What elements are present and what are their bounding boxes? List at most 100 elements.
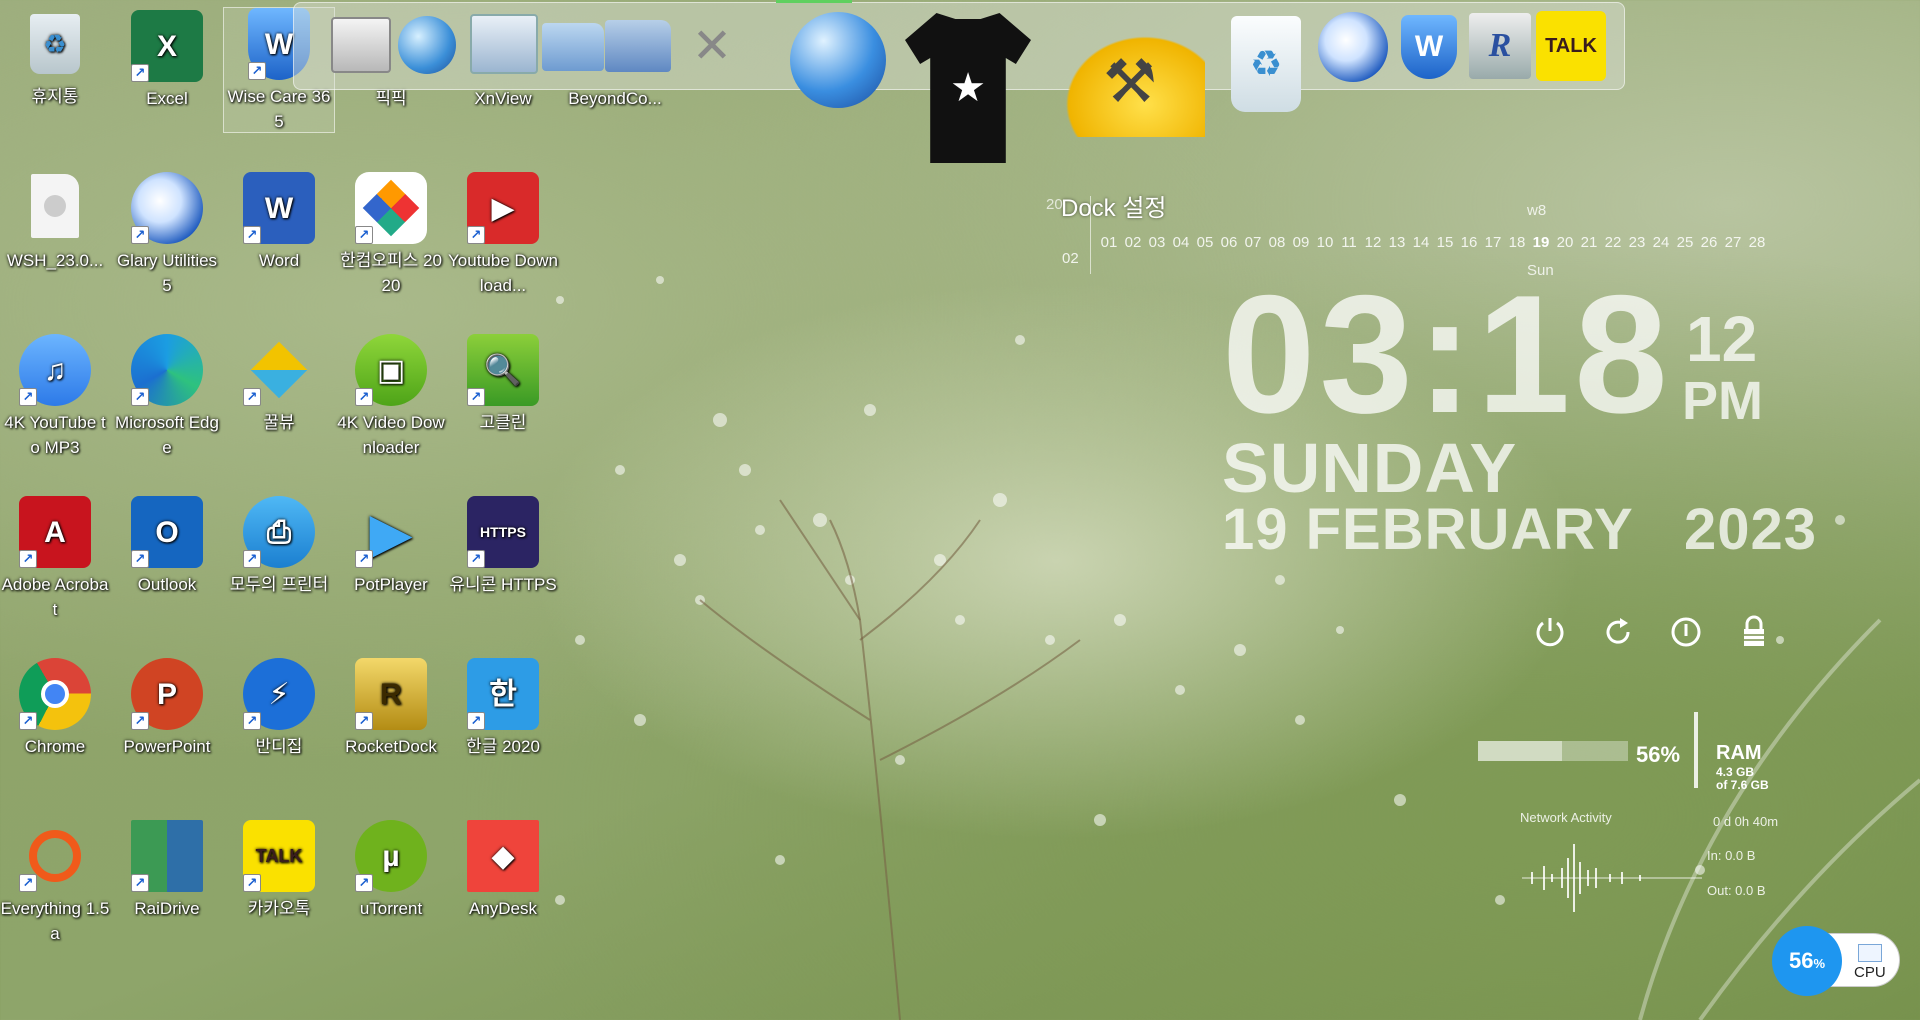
desktop-icon-everything[interactable]: ↗ Everything 1.5a	[0, 820, 110, 946]
dock-item-network-globe[interactable]	[392, 10, 462, 80]
kakaotalk-icon: TALK	[1536, 11, 1606, 81]
hangul-icon: 한 ↗	[467, 658, 539, 730]
desktop-icon-honeyview[interactable]: ↗ 꿀뷰	[224, 334, 334, 435]
calendar-day: 12	[1364, 234, 1382, 251]
desktop-icon-word[interactable]: W ↗ Word	[224, 172, 334, 273]
desktop-icon-goclean[interactable]: 🔍 ↗ 고클린	[448, 334, 558, 435]
desktop-icon-chrome[interactable]: ↗ Chrome	[0, 658, 110, 759]
calendar-day: 05	[1196, 234, 1214, 251]
dock-item-hammer[interactable]: ⚒	[1050, 12, 1210, 152]
desktop-icon-printer[interactable]: ⎙ ↗ 모두의 프린터	[224, 496, 334, 597]
powerpoint-icon: P ↗	[131, 658, 203, 730]
shortcut-arrow-icon: ↗	[248, 62, 266, 80]
cpu-percent-badge: 56%	[1772, 926, 1842, 996]
shortcut-arrow-icon: ↗	[243, 874, 261, 892]
dock-item-folder-1[interactable]	[538, 16, 608, 78]
calendar-day: 13	[1388, 234, 1406, 251]
desktop-icon-edge[interactable]: ↗ Microsoft Edge	[112, 334, 222, 460]
network-globe-icon	[398, 16, 456, 74]
desktop-icon-hangul[interactable]: 한 ↗ 한글 2020	[448, 658, 558, 759]
shortcut-arrow-icon: ↗	[131, 64, 149, 82]
desktop-icon-hancom-office[interactable]: ↗ 한컴오피스 2020	[336, 172, 446, 298]
hancom-office-icon: ↗	[355, 172, 427, 244]
bandizip-icon: ⚡ ↗	[243, 658, 315, 730]
hammer-icon: ⚒	[1055, 27, 1205, 137]
cpu-widget[interactable]: CPU 56%	[1772, 926, 1902, 996]
tshirt-icon: ★	[905, 13, 1031, 163]
folder-icon	[605, 20, 671, 72]
shortcut-arrow-icon: ↗	[355, 874, 373, 892]
desktop-icon-raidrive[interactable]: ↗ RaiDrive	[112, 820, 222, 921]
dock-item-kakaotalk[interactable]: TALK	[1534, 10, 1608, 82]
desktop-icon-4k-video-downloader[interactable]: ▣ ↗ 4K Video Downloader	[336, 334, 446, 460]
dock-item-tools[interactable]: ✕	[680, 14, 744, 78]
cpu-label: CPU	[1854, 964, 1886, 981]
lock-icon	[1744, 615, 1764, 646]
4k-video-downloader-icon: ▣ ↗	[355, 334, 427, 406]
recycle-bin-icon: ♻	[30, 14, 80, 74]
shortcut-arrow-icon: ↗	[131, 712, 149, 730]
desktop-icon-excel[interactable]: X ↗ Excel	[112, 10, 222, 111]
dock-item-file-manager[interactable]	[466, 8, 542, 80]
glary-icon	[1318, 12, 1388, 82]
desktop-icon-rocketdock[interactable]: R ↗ RocketDock	[336, 658, 446, 759]
calendar-day: 14	[1412, 234, 1430, 251]
desktop-icon-4k-youtube-mp3[interactable]: ♫ ↗ 4K YouTube to MP3	[0, 334, 110, 460]
calendar-day: 28	[1748, 234, 1766, 251]
desktop-icon-unicorn-https[interactable]: HTTPS ↗ 유니콘 HTTPS	[448, 496, 558, 597]
kakaotalk-icon: TALK ↗	[243, 820, 315, 892]
shortcut-arrow-icon: ↗	[467, 388, 485, 406]
restart-button[interactable]	[1600, 614, 1636, 650]
lock-button[interactable]	[1736, 614, 1772, 650]
shortcut-arrow-icon: ↗	[131, 226, 149, 244]
shortcut-arrow-icon: ↗	[243, 226, 261, 244]
ram-percent: 56%	[1636, 742, 1681, 767]
desktop-icon-bandizip[interactable]: ⚡ ↗ 반디집	[224, 658, 334, 759]
shortcut-arrow-icon: ↗	[355, 226, 373, 244]
calendar-day: 25	[1676, 234, 1694, 251]
desktop-icon-recycle-bin[interactable]: ♻ 휴지통	[0, 10, 110, 109]
calendar-day: 09	[1292, 234, 1310, 251]
clock-seconds: 12	[1686, 303, 1758, 375]
dock-settings-label[interactable]: Dock 설정	[1061, 188, 1167, 223]
desktop-icon-potplayer[interactable]: ▶ ↗ PotPlayer	[336, 496, 446, 597]
clock-time: 03:18	[1222, 260, 1672, 448]
ram-total: of 7.6 GB	[1716, 778, 1769, 792]
desktop-icon-powerpoint[interactable]: P ↗ PowerPoint	[112, 658, 222, 759]
desktop-icon-kakaotalk[interactable]: TALK ↗ 카카오톡	[224, 820, 334, 921]
clock-ampm: PM	[1682, 371, 1763, 431]
dock-item-wise[interactable]: W	[1394, 12, 1464, 82]
desktop-icon-wsh-file[interactable]: WSH_23.0...	[0, 172, 110, 273]
dock-item-tshirt[interactable]: ★	[898, 8, 1038, 168]
recycle-bin-icon: ♻	[1231, 16, 1301, 112]
dock-item-recycle-bin[interactable]: ♻	[1226, 12, 1306, 116]
dock-item-globe[interactable]	[788, 10, 888, 110]
word-icon: W ↗	[243, 172, 315, 244]
desktop-icon-anydesk[interactable]: ◆ AnyDesk	[448, 820, 558, 921]
goclean-icon: 🔍 ↗	[467, 334, 539, 406]
shutdown-button[interactable]	[1668, 614, 1704, 650]
dock-item-registry[interactable]: R	[1464, 10, 1536, 82]
outlook-icon: O ↗	[131, 496, 203, 568]
desktop-icon-acrobat[interactable]: A ↗ Adobe Acrobat	[0, 496, 110, 622]
calendar-day: 17	[1484, 234, 1502, 251]
unicorn-https-icon: HTTPS ↗	[467, 496, 539, 568]
desktop-icon-youtube-downloader[interactable]: ▶ ↗ Youtube Download...	[448, 172, 558, 298]
calendar-day: 19	[1532, 234, 1550, 251]
desktop-icon-outlook[interactable]: O ↗ Outlook	[112, 496, 222, 597]
dock-item-folder-2[interactable]	[600, 12, 676, 80]
dock-item-screen-capture[interactable]	[326, 12, 396, 78]
printer-icon: ⎙ ↗	[243, 496, 315, 568]
calendar-days: 01 02 03 04 05 06 07 08 09 10 11 12 13 14 15 16 17 18 19 20…	[1097, 234, 1769, 251]
desktop-icon-utorrent[interactable]: µ ↗ uTorrent	[336, 820, 446, 921]
network-activity-graph	[1522, 844, 1702, 912]
calendar-day: 26	[1700, 234, 1718, 251]
power-button[interactable]	[1532, 614, 1568, 650]
uptime: 0 d 0h 40m	[1713, 814, 1779, 829]
desktop-icon-glary-utilities[interactable]: ↗ Glary Utilities 5	[112, 172, 222, 298]
file-manager-icon	[470, 14, 538, 74]
shortcut-arrow-icon: ↗	[19, 874, 37, 892]
dock-item-glary[interactable]	[1316, 10, 1390, 84]
network-activity-title: Network Activity	[1520, 810, 1612, 825]
shortcut-arrow-icon: ↗	[243, 550, 261, 568]
